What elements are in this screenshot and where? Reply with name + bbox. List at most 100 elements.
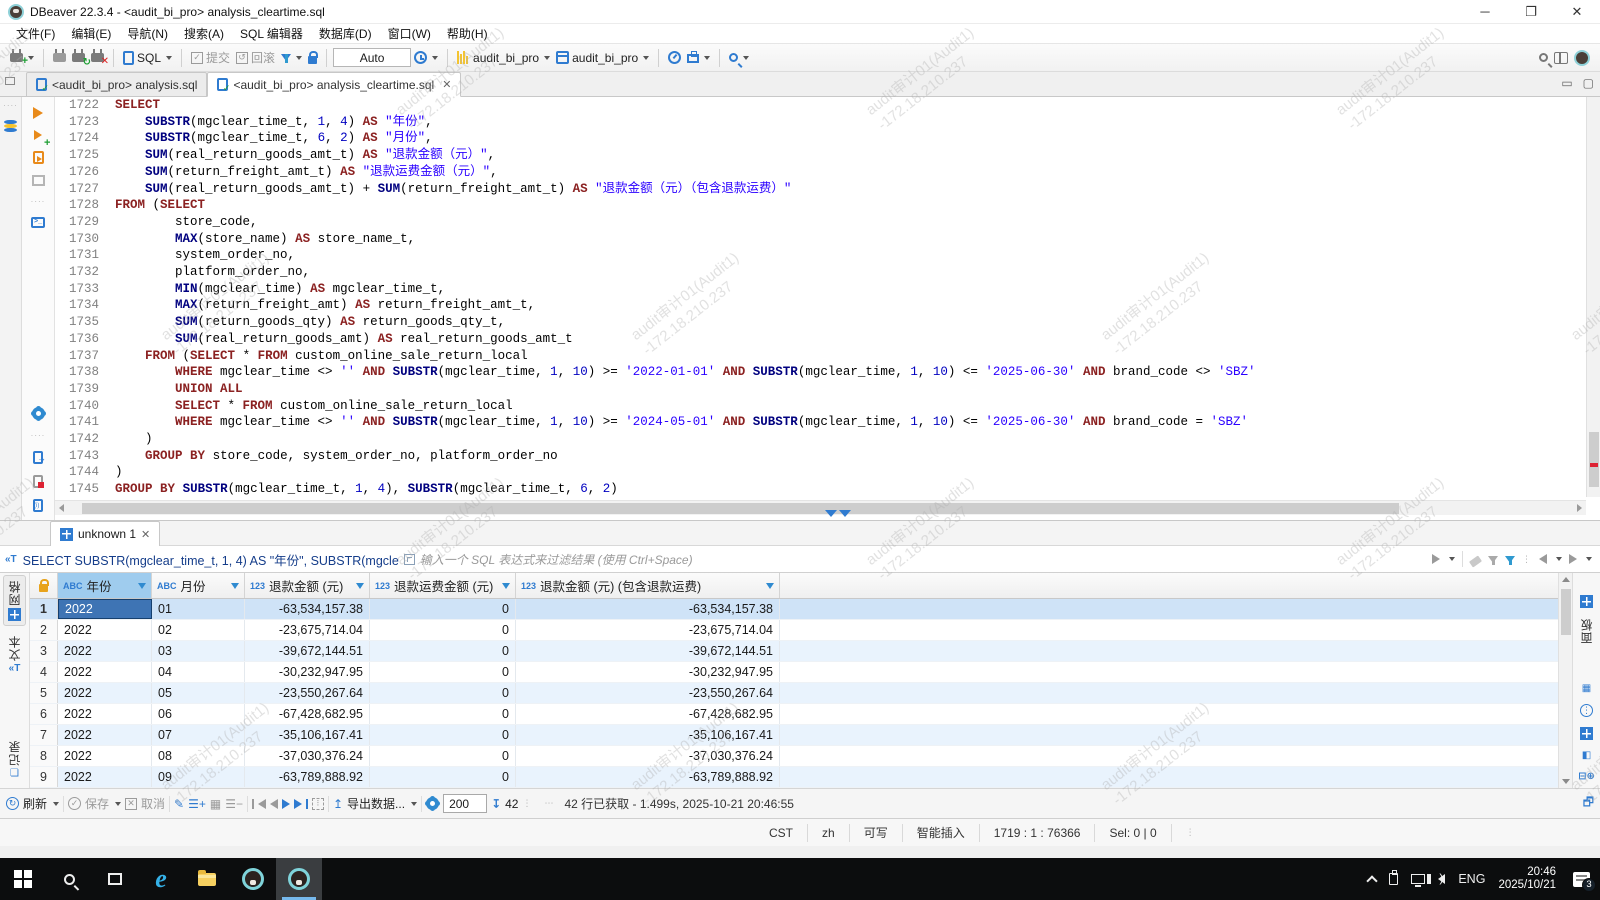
chevron-down-icon[interactable] [1586,557,1592,561]
row-number[interactable]: 8 [30,746,58,766]
cell[interactable]: -23,550,267.64 [245,683,370,703]
cell[interactable]: 09 [152,767,245,787]
cell[interactable]: -30,232,947.95 [245,662,370,682]
cell[interactable]: 2022 [58,746,152,766]
first-page-button[interactable] [251,798,266,809]
commit-mode-input[interactable]: Auto [333,48,412,67]
row-number[interactable]: 4 [30,662,58,682]
cell[interactable]: -39,672,144.51 [516,641,780,661]
transaction-lock-button[interactable] [305,49,320,66]
filter-settings-icon[interactable] [1505,555,1515,565]
export-data-button[interactable]: ↥ 导出数据... [333,795,418,812]
refresh-button[interactable]: ↻ 刷新 [6,795,60,812]
cell[interactable]: -67,428,682.95 [516,704,780,724]
table-row[interactable]: 2 2022 02 -23,675,714.04 0 -23,675,714.04 [30,620,1558,641]
fetch-size-input[interactable]: 200 [443,794,488,813]
splitter-collapse-control[interactable] [825,510,851,517]
row-number[interactable]: 7 [30,725,58,745]
cell[interactable]: -23,675,714.04 [245,620,370,640]
code-editor[interactable]: 1722 1723 1724 1725 1726 1727 1728 1729 1730 1731… [55,97,1600,520]
result-settings-icon[interactable] [426,797,440,810]
row-number[interactable]: 3 [30,641,58,661]
editor-vertical-scrollbar[interactable] [1586,97,1600,497]
close-results-icon[interactable]: ✕ [141,528,150,541]
add-row-button[interactable]: ☰+ [188,797,206,811]
cell[interactable]: 0 [370,725,516,745]
reconnect-button[interactable]: ↻ [69,49,91,68]
taskbar-ie[interactable]: e [138,858,184,900]
grid-vertical-scrollbar[interactable] [1558,573,1572,788]
column-filter-icon[interactable] [138,582,146,589]
scroll-right-icon[interactable] [1577,504,1582,512]
task-view-button[interactable] [92,858,138,900]
menu-item[interactable]: 编辑(E) [63,24,119,43]
cell[interactable]: 2022 [58,683,152,703]
transaction-mode-button[interactable] [278,52,305,63]
aggregate-icon[interactable] [1580,727,1593,740]
cell[interactable]: -30,232,947.95 [516,662,780,682]
row-number[interactable]: 5 [30,683,58,703]
cell[interactable]: 0 [370,746,516,766]
cell[interactable]: 2022 [58,767,152,787]
cell[interactable]: 2022 [58,704,152,724]
restore-panel-icon[interactable] [5,74,20,85]
history-forward-icon[interactable] [1569,554,1577,564]
cell[interactable]: 0 [370,599,516,619]
save-button[interactable]: ✓ 保存 [68,795,122,812]
column-header[interactable]: 123 退款金额 (元) (包含退款运费) [516,573,780,598]
cell[interactable]: -35,106,167.41 [516,725,780,745]
metadata-icon[interactable]: ⋮ [1580,704,1593,717]
table-row[interactable]: 5 2022 05 -23,550,267.64 0 -23,550,267.64 [30,683,1558,704]
table-row[interactable]: 6 2022 06 -67,428,682.95 0 -67,428,682.95 [30,704,1558,725]
tab-analysis-sql[interactable]: <audit_bi_pro> analysis.sql [26,72,208,96]
file-error-icon[interactable] [33,475,44,488]
menu-item[interactable]: 搜索(A) [176,24,232,43]
goto-row-button[interactable]: ⁝ [311,797,324,810]
dashboard-button[interactable] [665,49,684,66]
cell[interactable]: 2022 [58,620,152,640]
column-header[interactable]: 123 退款运费金额 (元) [370,573,516,598]
close-tab-icon[interactable]: ✕ [442,78,451,91]
next-page-button[interactable] [281,798,290,809]
column-header[interactable]: ABC 月份 [152,573,245,598]
filter-input[interactable]: 输入一个 SQL 表达式来过滤结果 (使用 Ctrl+Space) [420,551,1427,568]
start-button[interactable] [0,858,46,900]
cell[interactable]: 0 [370,683,516,703]
cell[interactable]: -67,428,682.95 [245,704,370,724]
table-row[interactable]: 4 2022 04 -30,232,947.95 0 -30,232,947.95 [30,662,1558,683]
minimize-button[interactable]: ─ [1462,0,1508,23]
cell[interactable]: -63,534,157.38 [245,599,370,619]
scrollbar-thumb[interactable] [1561,589,1571,635]
column-filter-icon[interactable] [231,582,239,589]
cancel-button[interactable]: ✕ 取消 [125,795,165,812]
save-filter-icon[interactable] [1488,555,1498,565]
cell[interactable]: 0 [370,767,516,787]
cell[interactable]: 04 [152,662,245,682]
volume-icon[interactable] [1427,871,1446,885]
cell[interactable]: -37,030,376.24 [245,746,370,766]
cell[interactable]: -63,789,888.92 [516,767,780,787]
execute-script-icon[interactable] [32,151,44,164]
edit-cell-button[interactable]: ✎ [174,797,184,811]
perspective-icon[interactable] [1554,51,1568,64]
taskbar-dbeaver-2-active[interactable] [276,858,322,900]
column-header[interactable]: ABC 年份 [58,573,152,598]
table-row[interactable]: 3 2022 03 -39,672,144.51 0 -39,672,144.51 [30,641,1558,662]
chevron-down-icon[interactable] [1556,557,1562,561]
results-tab-unknown1[interactable]: unknown 1 ✕ [50,521,161,546]
file-template-icon[interactable] [33,499,43,512]
layout-icon[interactable]: ◧ [1582,750,1591,761]
minimize-editor-icon[interactable]: ▭ [1561,76,1572,90]
cell[interactable]: 2022 [58,725,152,745]
copy-status-icon[interactable]: 🗗 [1583,793,1594,814]
sql-editor-button[interactable]: SQL [120,49,175,67]
transaction-log-button[interactable] [411,49,441,66]
row-number[interactable]: 9 [30,767,58,787]
settings-gear-icon[interactable] [31,407,45,420]
duplicate-row-button[interactable]: ▦ [210,797,221,811]
maximize-button[interactable]: ❐ [1508,0,1554,23]
prev-page-button[interactable] [269,798,278,809]
close-button[interactable]: ✕ [1554,0,1600,23]
commit-button[interactable]: ✓ 提交 [188,47,233,68]
fetch-all-icon[interactable]: ↧ [491,797,501,811]
